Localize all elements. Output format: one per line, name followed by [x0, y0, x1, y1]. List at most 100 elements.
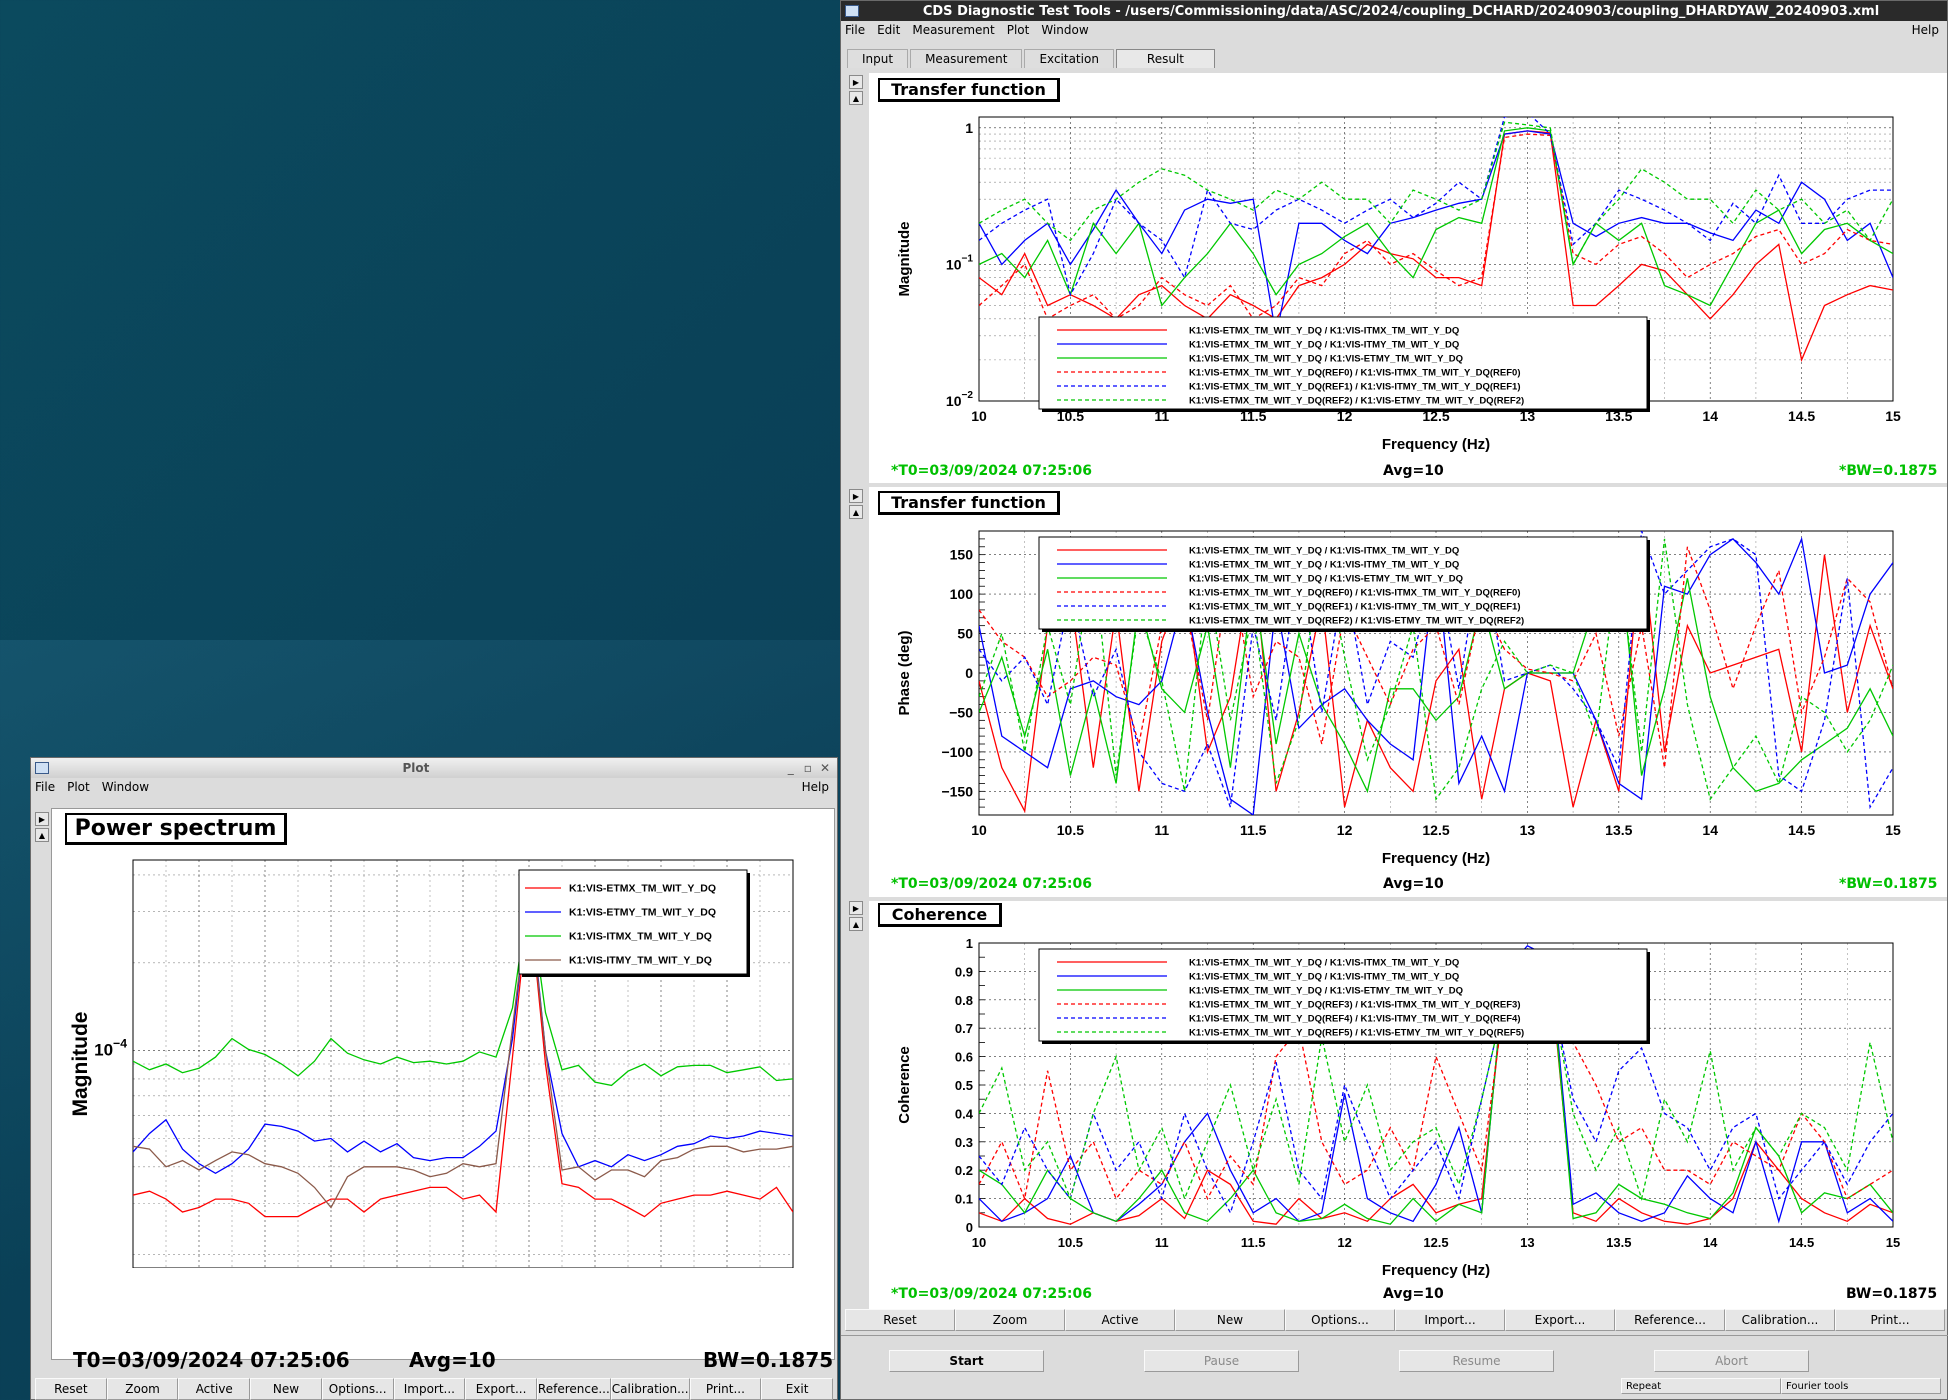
tab-repeat[interactable]: Repeat — [1621, 1378, 1781, 1394]
y-axis-label: Magnitude — [69, 1012, 92, 1117]
y-tick-label: −50 — [949, 704, 973, 720]
diag-window-titlebar[interactable]: CDS Diagnostic Test Tools - /users/Commi… — [841, 1, 1947, 21]
tab-measurement[interactable]: Measurement — [910, 49, 1023, 68]
transfer-magnitude-chart[interactable]: 10 10.5 11 11.5 12 12.5 13 13.5 14 14.5 15110−110−… — [869, 105, 1947, 460]
x-tick-label: 14.5 — [1789, 1235, 1814, 1250]
active-button[interactable]: Active — [1065, 1309, 1175, 1331]
export-button[interactable]: Export... — [465, 1378, 537, 1400]
options-button[interactable]: Options... — [1285, 1309, 1395, 1331]
divider — [841, 1335, 1948, 1336]
menu-edit[interactable]: Edit — [877, 23, 900, 37]
expand-arrow-icon[interactable]: ▶ — [849, 75, 863, 89]
expand-arrow-icon[interactable]: ▶ — [849, 489, 863, 503]
y-tick-label: 0 — [966, 1220, 973, 1235]
legend-entry: K1:VIS-ETMX_TM_WIT_Y_DQ(REF2) / K1:VIS-E… — [1189, 395, 1524, 406]
zoom-button[interactable]: Zoom — [955, 1309, 1065, 1331]
close-icon[interactable]: ✕ — [820, 761, 830, 775]
legend-entry: K1:VIS-ETMY_TM_WIT_Y_DQ — [569, 907, 716, 919]
legend-entry: K1:VIS-ETMX_TM_WIT_Y_DQ / K1:VIS-ITMY_TM… — [1189, 339, 1459, 350]
x-tick-label: 12 — [1337, 1235, 1351, 1250]
x-tick-label: 11.5 — [1241, 1235, 1266, 1250]
start-button[interactable]: Start — [889, 1350, 1044, 1372]
legend-entry: K1:VIS-ETMX_TM_WIT_Y_DQ(REF5) / K1:VIS-E… — [1189, 1027, 1524, 1038]
status-t0: T0=03/09/2024 07:25:06 — [73, 1348, 350, 1372]
x-tick-label: 10 — [971, 822, 987, 838]
y-tick-label: 1 — [965, 120, 973, 136]
calibration-button[interactable]: Calibration... — [610, 1378, 690, 1400]
transfer-phase-chart[interactable]: 10 10.5 11 11.5 12 12.5 13 13.5 14 14.5 15 150 100 50… — [869, 519, 1947, 874]
expand-arrow-icon[interactable]: ▶ — [35, 812, 49, 826]
exit-button[interactable]: Exit — [761, 1378, 833, 1400]
status-avg: Avg=10 — [1383, 876, 1444, 892]
pause-button[interactable]: Pause — [1144, 1350, 1299, 1372]
menu-plot[interactable]: Plot — [67, 780, 90, 794]
x-tick-label: 15 — [1885, 408, 1901, 424]
y-tick-label: 0.5 — [955, 1078, 973, 1093]
tab-excitation[interactable]: Excitation — [1024, 49, 1114, 68]
calibration-button[interactable]: Calibration... — [1725, 1309, 1835, 1331]
minimize-icon[interactable]: _ — [788, 761, 794, 775]
menu-help[interactable]: Help — [1912, 23, 1939, 37]
print-button[interactable]: Print... — [1835, 1309, 1945, 1331]
panel-title: Transfer function — [878, 78, 1060, 102]
print-button[interactable]: Print... — [689, 1378, 762, 1400]
collapse-arrow-icon[interactable]: ▲ — [849, 505, 863, 519]
coherence-chart[interactable]: 10 10.5 11 11.5 12 12.5 13 13.5 14 14.5 15 1 0.9 0.8 0… — [869, 931, 1947, 1286]
y-tick-exponent: −4 — [113, 1037, 127, 1051]
power-spectrum-chart[interactable]: 1010.51111.51212.51313.51414.51510−4Freq… — [51, 848, 831, 1268]
panel-title: Transfer function — [878, 491, 1060, 515]
new-button[interactable]: New — [250, 1378, 322, 1400]
reference-button[interactable]: Reference... — [536, 1378, 611, 1400]
options-button[interactable]: Options... — [321, 1378, 394, 1400]
plot-window-titlebar[interactable]: Plot _ ▫ ✕ — [31, 758, 837, 778]
y-tick-label: 0.9 — [955, 964, 973, 979]
menubar: File Edit Measurement Plot Window Help — [841, 21, 1947, 39]
resume-button[interactable]: Resume — [1399, 1350, 1554, 1372]
collapse-arrow-icon[interactable]: ▲ — [849, 91, 863, 105]
status-bw: *BW=0.1875 — [1839, 876, 1938, 892]
import-button[interactable]: Import... — [1395, 1309, 1505, 1331]
y-tick-label: 0 — [965, 665, 973, 681]
reset-button[interactable]: Reset — [35, 1378, 107, 1400]
legend-entry: K1:VIS-ETMX_TM_WIT_Y_DQ / K1:VIS-ETMY_TM… — [1189, 353, 1463, 364]
y-tick-label: 0.2 — [955, 1163, 973, 1178]
y-tick-label: 50 — [957, 626, 973, 642]
collapse-arrow-icon[interactable]: ▲ — [35, 828, 49, 842]
abort-button[interactable]: Abort — [1654, 1350, 1809, 1372]
menu-window[interactable]: Window — [1041, 23, 1088, 37]
tab-fourier-tools[interactable]: Fourier tools — [1781, 1378, 1941, 1394]
bottom-tab-row: Repeat Fourier tools — [1621, 1378, 1941, 1394]
legend-entry: K1:VIS-ETMX_TM_WIT_Y_DQ / K1:VIS-ITMX_TM… — [1189, 545, 1459, 556]
y-tick-label: 0.4 — [955, 1106, 974, 1121]
collapse-arrow-icon[interactable]: ▲ — [849, 917, 863, 931]
menu-file[interactable]: File — [845, 23, 865, 37]
x-tick-label: 14 — [1703, 1235, 1718, 1250]
menu-help[interactable]: Help — [802, 780, 829, 794]
export-button[interactable]: Export... — [1505, 1309, 1615, 1331]
status-bw: BW=0.1875 — [1846, 1286, 1938, 1302]
tab-result[interactable]: Result — [1115, 49, 1215, 68]
active-button[interactable]: Active — [178, 1378, 251, 1400]
import-button[interactable]: Import... — [393, 1378, 466, 1400]
y-tick-label: −100 — [941, 744, 973, 760]
new-button[interactable]: New — [1175, 1309, 1285, 1331]
y-tick-label: 10−4 — [94, 1037, 127, 1060]
left-button-row: Reset Zoom Active New Options... Import... Exp… — [35, 1378, 833, 1400]
reset-button[interactable]: Reset — [845, 1309, 955, 1331]
x-tick-label: 14 — [1702, 408, 1718, 424]
menu-file[interactable]: File — [35, 780, 55, 794]
menu-plot[interactable]: Plot — [1007, 23, 1030, 37]
x-tick-label: 10 — [971, 408, 987, 424]
expand-arrow-icon[interactable]: ▶ — [849, 901, 863, 915]
reference-button[interactable]: Reference... — [1615, 1309, 1725, 1331]
maximize-icon[interactable]: ▫ — [804, 761, 812, 775]
menu-measurement[interactable]: Measurement — [912, 23, 994, 37]
y-axis-label: Magnitude — [896, 222, 913, 297]
zoom-button[interactable]: Zoom — [106, 1378, 179, 1400]
menu-window[interactable]: Window — [102, 780, 149, 794]
legend-entry: K1:VIS-ETMX_TM_WIT_Y_DQ / K1:VIS-ETMY_TM… — [1189, 985, 1463, 996]
window-title: Plot — [402, 761, 430, 775]
plot-window: Plot _ ▫ ✕ File Plot Window Help ▶ ▲ Pow… — [30, 757, 838, 1400]
tab-input[interactable]: Input — [847, 49, 909, 68]
status-bw: *BW=0.1875 — [1839, 463, 1938, 479]
